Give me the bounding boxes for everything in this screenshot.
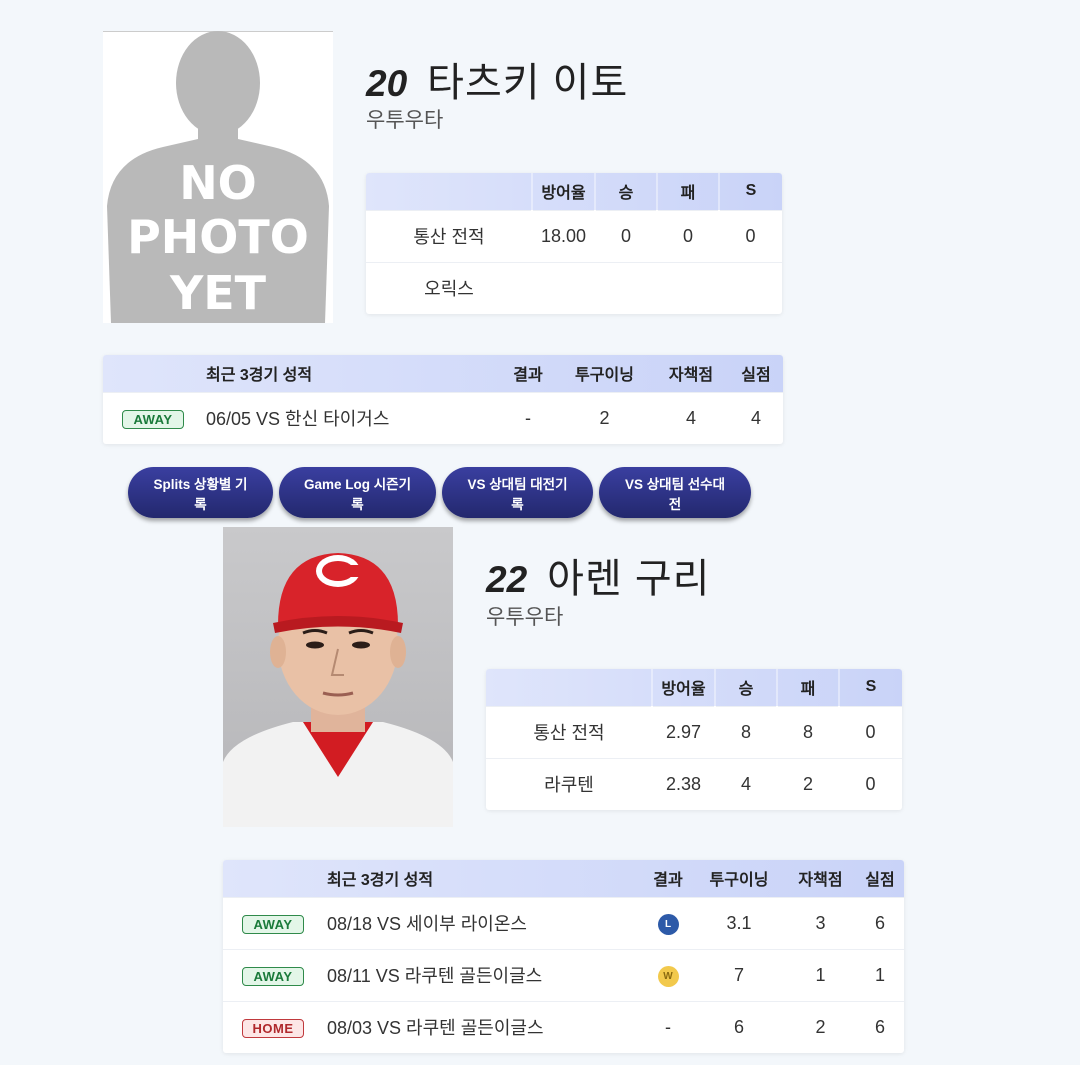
game-matchup: 08/11 VS 라쿠텐 골든이글스 (323, 948, 643, 1001)
recent-header-title: 최근 3경기 성적 (206, 367, 313, 385)
player-name-line: 20 타츠키 이토 (366, 50, 628, 108)
game-earned-runs: 3 (785, 896, 856, 949)
stats-win: 4 (715, 757, 777, 810)
stats-label: 라쿠텐 (486, 757, 652, 810)
stats-era: 2.38 (652, 757, 715, 810)
season-stats-table: 방어율 승 패 S 통산 전적 2.97 8 8 0 라쿠텐 2.38 4 2 … (486, 669, 902, 810)
stats-save: 0 (839, 705, 902, 758)
game-earned-runs: 2 (785, 1000, 856, 1053)
game-result: - (643, 1000, 693, 1053)
player-position: 우투우타 (486, 606, 564, 629)
away-badge: AWAY (242, 914, 304, 934)
game-innings: 6 (693, 1000, 785, 1053)
stats-header-era: 방어율 (651, 669, 715, 706)
stats-era: 18.00 (532, 209, 595, 262)
table-row[interactable]: AWAY 08/18 VS 세이부 라이온스 L 3.1 3 6 (223, 896, 904, 949)
stats-win (595, 261, 657, 314)
recent-games-table: 최근 3경기 성적 결과 투구이닝 자책점 실점 AWAY 06/05 VS 한… (103, 355, 783, 444)
recent-header-er: 자책점 (668, 367, 714, 385)
game-result: - (500, 391, 556, 444)
recent-header-title: 최근 3경기 성적 (327, 872, 434, 890)
stats-row: 오릭스 (366, 261, 782, 314)
stats-header-blank (366, 173, 532, 210)
stats-save: 0 (719, 209, 782, 262)
win-result-icon: W (657, 966, 679, 987)
player-photo-placeholder: NO PHOTO YET (103, 31, 333, 323)
player-name-line: 22 아렌 구리 (486, 546, 710, 604)
vs-player-button[interactable]: VS 상대팀 선수대전 (599, 467, 751, 518)
stats-save: 0 (839, 757, 902, 810)
game-runs: 6 (856, 1000, 904, 1053)
season-stats-table: 방어율 승 패 S 통산 전적 18.00 0 0 0 오릭스 (366, 173, 782, 314)
game-runs: 6 (856, 896, 904, 949)
stats-header-win: 승 (594, 173, 657, 210)
game-log-button[interactable]: Game Log 시즌기록 (279, 467, 436, 518)
game-innings: 7 (693, 948, 785, 1001)
stats-label: 오릭스 (366, 261, 532, 314)
stats-label: 통산 전적 (366, 209, 532, 262)
stats-header-blank (486, 669, 652, 706)
stats-loss (657, 261, 719, 314)
photo-text-1: NO (179, 156, 257, 210)
recent-header-result: 결과 (513, 367, 543, 385)
table-row[interactable]: HOME 08/03 VS 라쿠텐 골든이글스 - 6 2 6 (223, 1000, 904, 1053)
recent-header-ip: 투구이닝 (575, 367, 634, 385)
photo-text-3: YET (169, 266, 267, 320)
game-innings: 3.1 (693, 896, 785, 949)
game-innings: 2 (556, 391, 653, 444)
away-badge: AWAY (122, 409, 184, 429)
stats-header-era: 방어율 (531, 173, 595, 210)
splits-button[interactable]: Splits 상황별 기록 (128, 467, 273, 518)
vs-team-button[interactable]: VS 상대팀 대전기록 (442, 467, 593, 518)
stats-row: 통산 전적 2.97 8 8 0 (486, 705, 902, 758)
player-name: 아렌 구리 (547, 557, 711, 601)
stats-save (719, 261, 782, 314)
away-badge: AWAY (242, 966, 304, 986)
photo-text-2: PHOTO (127, 210, 309, 264)
stats-header-loss: 패 (656, 173, 719, 210)
table-row[interactable]: AWAY 08/11 VS 라쿠텐 골든이글스 W 7 1 1 (223, 948, 904, 1001)
stats-loss: 0 (657, 209, 719, 262)
record-nav-buttons: Splits 상황별 기록 Game Log 시즌기록 VS 상대팀 대전기록 … (128, 467, 751, 518)
recent-header-r: 실점 (741, 367, 771, 385)
stats-loss: 2 (777, 757, 839, 810)
recent-header-ip: 투구이닝 (709, 872, 769, 890)
recent-header-result: 결과 (653, 872, 683, 890)
stats-header-loss: 패 (776, 669, 839, 706)
game-earned-runs: 4 (653, 391, 729, 444)
game-matchup: 06/05 VS 한신 타이거스 (203, 391, 500, 444)
game-matchup: 08/03 VS 라쿠텐 골든이글스 (323, 1000, 643, 1053)
recent-games-table: 최근 3경기 성적 결과 투구이닝 자책점 실점 AWAY 08/18 VS 세… (223, 860, 904, 1053)
stats-header-save: S (838, 669, 902, 706)
stats-era (532, 261, 595, 314)
loss-result-icon: L (657, 914, 679, 935)
stats-win: 0 (595, 209, 657, 262)
table-row[interactable]: AWAY 06/05 VS 한신 타이거스 - 2 4 4 (103, 391, 783, 444)
game-runs: 1 (856, 948, 904, 1001)
stats-header-win: 승 (714, 669, 777, 706)
player-number: 20 (366, 63, 408, 104)
player-number: 22 (486, 559, 528, 600)
player-photo (223, 527, 453, 827)
stats-loss: 8 (777, 705, 839, 758)
game-earned-runs: 1 (785, 948, 856, 1001)
stats-era: 2.97 (652, 705, 715, 758)
stats-row: 통산 전적 18.00 0 0 0 (366, 209, 782, 262)
player-position: 우투우타 (366, 109, 444, 132)
recent-header-er: 자책점 (798, 872, 843, 890)
recent-header-r: 실점 (865, 872, 895, 890)
game-matchup: 08/18 VS 세이부 라이온스 (323, 896, 643, 949)
stats-label: 통산 전적 (486, 705, 652, 758)
stats-win: 8 (715, 705, 777, 758)
stats-header-save: S (718, 173, 782, 210)
player-name: 타츠키 이토 (427, 61, 629, 105)
stats-row: 라쿠텐 2.38 4 2 0 (486, 757, 902, 810)
game-runs: 4 (729, 391, 783, 444)
home-badge: HOME (242, 1018, 304, 1038)
